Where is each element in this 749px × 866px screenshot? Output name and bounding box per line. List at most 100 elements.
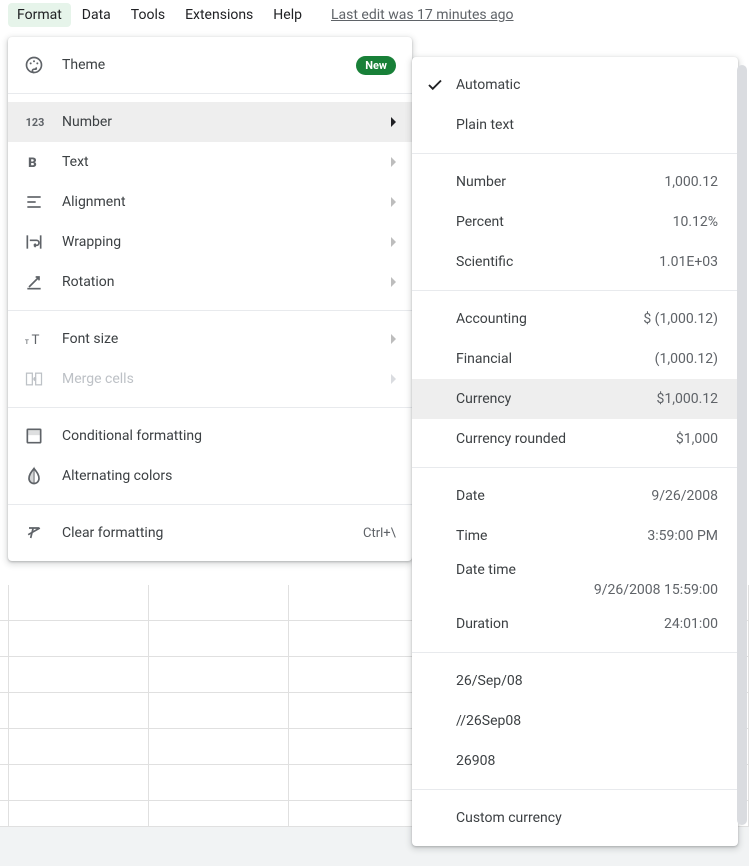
divider <box>8 407 412 408</box>
menubar-item-help[interactable]: Help <box>264 3 311 27</box>
sub-item-number[interactable]: Number 1,000.12 <box>412 162 738 202</box>
sub-item-accounting[interactable]: Accounting $ (1,000.12) <box>412 299 738 339</box>
menu-item-merge-cells: Merge cells <box>8 359 412 399</box>
palette-icon <box>24 55 44 75</box>
menu-label: Rotation <box>62 274 391 290</box>
menubar-item-format[interactable]: Format <box>8 3 71 27</box>
menubar-item-extensions[interactable]: Extensions <box>176 3 262 27</box>
sub-item-plain-text[interactable]: Plain text <box>412 105 738 145</box>
sample-value: $1,000.12 <box>656 391 718 407</box>
number-submenu: Automatic Plain text Number 1,000.12 Per… <box>412 57 738 846</box>
sub-label: Custom currency <box>456 810 562 826</box>
chevron-right-icon <box>391 374 396 384</box>
sub-item-date-time[interactable]: Date time 9/26/2008 15:59:00 <box>412 556 738 604</box>
menu-label: Clear formatting <box>62 525 363 541</box>
menu-item-alignment[interactable]: Alignment <box>8 182 412 222</box>
menubar: Format Data Tools Extensions Help Last e… <box>0 0 749 30</box>
sub-label: Automatic <box>456 77 520 93</box>
menubar-item-data[interactable]: Data <box>73 3 120 27</box>
sub-item-duration[interactable]: Duration 24:01:00 <box>412 604 738 644</box>
menu-label: Wrapping <box>62 234 391 250</box>
divider <box>412 789 738 790</box>
menu-label: Text <box>62 154 391 170</box>
sub-label: Percent <box>456 214 504 230</box>
menu-item-alternating-colors[interactable]: Alternating colors <box>8 456 412 496</box>
menu-item-clear-formatting[interactable]: Clear formatting Ctrl+\ <box>8 513 412 553</box>
keyboard-shortcut: Ctrl+\ <box>363 526 396 541</box>
sub-label: //26Sep08 <box>456 713 521 729</box>
menu-label: Alternating colors <box>62 468 396 484</box>
menubar-item-tools[interactable]: Tools <box>122 3 174 27</box>
sub-label: Plain text <box>456 117 514 133</box>
menu-label: Merge cells <box>62 371 391 387</box>
chevron-right-icon <box>391 277 396 287</box>
sub-label: Number <box>456 174 506 190</box>
svg-text:B: B <box>28 156 37 171</box>
sub-item-percent[interactable]: Percent 10.12% <box>412 202 738 242</box>
sub-item-date[interactable]: Date 9/26/2008 <box>412 476 738 516</box>
bold-icon: B <box>24 152 44 172</box>
sub-item-custom-3[interactable]: 26908 <box>412 741 738 781</box>
alternating-colors-icon <box>24 466 44 486</box>
svg-text:т: т <box>25 337 29 347</box>
sub-item-custom-1[interactable]: 26/Sep/08 <box>412 661 738 701</box>
sub-label: 26908 <box>456 753 495 769</box>
vertical-scrollbar[interactable] <box>737 65 747 860</box>
menu-item-conditional-formatting[interactable]: Conditional formatting <box>8 416 412 456</box>
sub-item-scientific[interactable]: Scientific 1.01E+03 <box>412 242 738 282</box>
divider <box>8 504 412 505</box>
menu-item-text[interactable]: B Text <box>8 142 412 182</box>
sub-label: Accounting <box>456 311 527 327</box>
svg-text:T: T <box>32 333 40 348</box>
chevron-right-icon <box>391 157 396 167</box>
sample-value: 24:01:00 <box>664 616 718 632</box>
wrap-icon <box>24 232 44 252</box>
menu-label: Theme <box>62 57 356 73</box>
sample-value: 1,000.12 <box>664 174 718 190</box>
clear-format-icon <box>24 523 44 543</box>
menu-item-wrapping[interactable]: Wrapping <box>8 222 412 262</box>
sub-label: Scientific <box>456 254 513 270</box>
new-badge: New <box>356 56 396 75</box>
rotation-icon <box>24 272 44 292</box>
menu-item-rotation[interactable]: Rotation <box>8 262 412 302</box>
chevron-right-icon <box>391 117 396 127</box>
sub-item-custom-currency[interactable]: Custom currency <box>412 798 738 838</box>
format-dropdown: Theme New 123 Number B Text Alignment Wr… <box>8 37 412 561</box>
sub-label: 26/Sep/08 <box>456 673 523 689</box>
scrollbar-thumb[interactable] <box>737 65 747 825</box>
sub-item-time[interactable]: Time 3:59:00 PM <box>412 516 738 556</box>
sub-item-currency[interactable]: Currency $1,000.12 <box>412 379 738 419</box>
divider <box>412 467 738 468</box>
sample-value: (1,000.12) <box>655 351 718 367</box>
menu-label: Conditional formatting <box>62 428 396 444</box>
sub-label: Time <box>456 528 487 544</box>
chevron-right-icon <box>391 237 396 247</box>
menu-item-theme[interactable]: Theme New <box>8 45 412 85</box>
sample-value: 3:59:00 PM <box>647 528 718 544</box>
chevron-right-icon <box>391 334 396 344</box>
divider <box>412 290 738 291</box>
sub-label: Date <box>456 488 485 504</box>
last-edit-link[interactable]: Last edit was 17 minutes ago <box>331 7 514 23</box>
menu-label: Number <box>62 114 391 130</box>
sub-label: Currency <box>456 391 511 407</box>
merge-icon <box>24 369 44 389</box>
sub-item-automatic[interactable]: Automatic <box>412 65 738 105</box>
sub-item-financial[interactable]: Financial (1,000.12) <box>412 339 738 379</box>
sub-item-custom-2[interactable]: //26Sep08 <box>412 701 738 741</box>
menu-label: Font size <box>62 331 391 347</box>
divider <box>8 310 412 311</box>
check-icon <box>426 76 444 94</box>
align-icon <box>24 192 44 212</box>
font-size-icon: тT <box>24 329 44 349</box>
chevron-right-icon <box>391 197 396 207</box>
menu-item-number[interactable]: 123 Number <box>8 102 412 142</box>
sample-value: $1,000 <box>676 431 718 447</box>
divider <box>412 652 738 653</box>
sample-value: $ (1,000.12) <box>643 311 718 327</box>
sub-item-currency-rounded[interactable]: Currency rounded $1,000 <box>412 419 738 459</box>
divider <box>412 153 738 154</box>
svg-text:123: 123 <box>26 116 44 129</box>
menu-item-font-size[interactable]: тT Font size <box>8 319 412 359</box>
